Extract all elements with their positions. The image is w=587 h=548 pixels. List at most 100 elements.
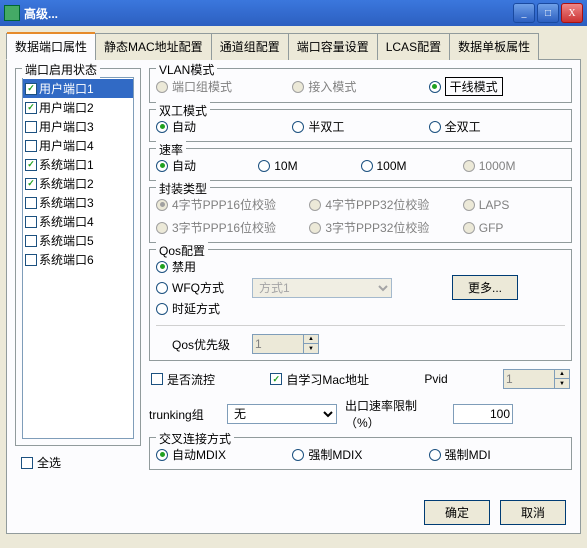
rate-group: 速率 自动 10M 100M 1000M <box>149 148 572 181</box>
qos-delay-radio[interactable] <box>156 303 168 315</box>
qos-delay-label: 时延方式 <box>172 300 220 317</box>
port-checkbox[interactable] <box>25 216 37 228</box>
pvid-label: Pvid <box>424 372 447 386</box>
port-checkbox[interactable] <box>25 235 37 247</box>
encaps-group: 封装类型 4字节PPP16位校验 4字节PPP32位校验 LAPS 3字节PPP… <box>149 187 572 243</box>
port-enable-group: 端口启用状态 用户端口1用户端口2用户端口3用户端口4系统端口1系统端口2系统端… <box>15 68 141 446</box>
port-label: 系统端口3 <box>39 194 94 211</box>
port-checkbox[interactable] <box>25 102 37 114</box>
select-all-label: 全选 <box>37 454 61 471</box>
conn-automdix-radio[interactable] <box>156 449 168 461</box>
port-checkbox[interactable] <box>25 121 37 133</box>
port-label: 系统端口6 <box>39 251 94 268</box>
maximize-button[interactable]: □ <box>537 3 559 23</box>
qos-group: Qos配置 禁用 WFQ方式 方式1 更多... 时延方式 <box>149 249 572 361</box>
encaps-ppp32-4-radio <box>309 199 321 211</box>
port-label: 用户端口3 <box>39 118 94 135</box>
titlebar: 高级... _ □ X <box>0 0 587 26</box>
port-enable-legend: 端口启用状态 <box>22 61 100 78</box>
flowctl-checkbox[interactable] <box>151 373 163 385</box>
port-item[interactable]: 系统端口5 <box>23 231 133 250</box>
duplex-group: 双工模式 自动 半双工 全双工 <box>149 109 572 142</box>
egress-rate-label: 出口速率限制（%） <box>345 397 445 431</box>
port-item[interactable]: 系统端口4 <box>23 212 133 231</box>
tab-port-capacity[interactable]: 端口容量设置 <box>288 33 378 60</box>
qos-method-select: 方式1 <box>252 278 392 298</box>
rate-legend: 速率 <box>156 141 186 158</box>
duplex-half-label: 半双工 <box>308 118 344 135</box>
port-label: 用户端口2 <box>39 99 94 116</box>
conn-forcemdix-radio[interactable] <box>292 449 304 461</box>
port-item[interactable]: 用户端口2 <box>23 98 133 117</box>
port-checkbox[interactable] <box>25 197 37 209</box>
port-item[interactable]: 用户端口1 <box>23 79 133 98</box>
automac-checkbox[interactable] <box>270 373 282 385</box>
encaps-laps-radio <box>463 199 475 211</box>
duplex-auto-radio[interactable] <box>156 121 168 133</box>
port-item[interactable]: 用户端口3 <box>23 117 133 136</box>
port-label: 系统端口1 <box>39 156 94 173</box>
automac-label: 自学习Mac地址 <box>286 371 369 388</box>
tab-board-attr[interactable]: 数据单板属性 <box>449 33 539 60</box>
pvid-input <box>503 369 555 389</box>
trunk-select[interactable]: 无 <box>227 404 337 424</box>
vlan-portgroup-label: 端口组模式 <box>172 78 232 95</box>
duplex-legend: 双工模式 <box>156 102 210 119</box>
qos-disable-radio[interactable] <box>156 261 168 273</box>
encaps-gfp-radio <box>463 222 475 234</box>
tab-static-mac[interactable]: 静态MAC地址配置 <box>95 33 212 60</box>
port-label: 系统端口2 <box>39 175 94 192</box>
cancel-button[interactable]: 取消 <box>500 500 566 525</box>
conn-legend: 交叉连接方式 <box>156 430 234 447</box>
qos-prio-up: ▲ <box>304 335 318 344</box>
vlan-access-label: 接入模式 <box>308 78 356 95</box>
port-checkbox[interactable] <box>25 159 37 171</box>
encaps-ppp32-4-label: 4字节PPP32位校验 <box>325 196 429 213</box>
minimize-button[interactable]: _ <box>513 3 535 23</box>
port-item[interactable]: 系统端口6 <box>23 250 133 269</box>
tab-channel-group[interactable]: 通道组配置 <box>211 33 289 60</box>
conn-automdix-label: 自动MDIX <box>172 446 226 463</box>
port-checkbox[interactable] <box>25 83 37 95</box>
pvid-down: ▼ <box>555 379 569 388</box>
conn-forcemdix-label: 强制MDIX <box>308 446 362 463</box>
port-checkbox[interactable] <box>25 254 37 266</box>
vlan-access-radio <box>292 81 304 93</box>
rate-100m-label: 100M <box>377 159 407 173</box>
port-item[interactable]: 系统端口2 <box>23 174 133 193</box>
duplex-full-label: 全双工 <box>445 118 481 135</box>
tab-port-attr[interactable]: 数据端口属性 <box>6 33 96 60</box>
rate-auto-radio[interactable] <box>156 160 168 172</box>
tab-lcas[interactable]: LCAS配置 <box>377 33 450 60</box>
duplex-full-radio[interactable] <box>429 121 441 133</box>
trunk-label: trunking组 <box>149 406 219 423</box>
port-checkbox[interactable] <box>25 140 37 152</box>
qos-more-button[interactable]: 更多... <box>452 275 518 300</box>
ok-button[interactable]: 确定 <box>424 500 490 525</box>
port-item[interactable]: 系统端口1 <box>23 155 133 174</box>
port-checkbox[interactable] <box>25 178 37 190</box>
rate-100m-radio[interactable] <box>361 160 373 172</box>
vlan-trunk-radio[interactable] <box>429 81 441 93</box>
encaps-ppp16-3-label: 3字节PPP16位校验 <box>172 219 276 236</box>
encaps-ppp32-3-radio <box>309 222 321 234</box>
qos-legend: Qos配置 <box>156 242 208 259</box>
conn-forcemdi-radio[interactable] <box>429 449 441 461</box>
port-item[interactable]: 用户端口4 <box>23 136 133 155</box>
select-all-checkbox[interactable] <box>21 457 33 469</box>
encaps-legend: 封装类型 <box>156 180 210 197</box>
encaps-ppp16-4-label: 4字节PPP16位校验 <box>172 196 276 213</box>
close-button[interactable]: X <box>561 3 583 23</box>
rate-10m-radio[interactable] <box>258 160 270 172</box>
vlan-legend: VLAN模式 <box>156 61 217 78</box>
duplex-half-radio[interactable] <box>292 121 304 133</box>
encaps-laps-label: LAPS <box>479 198 510 212</box>
encaps-ppp32-3-label: 3字节PPP32位校验 <box>325 219 429 236</box>
vlan-portgroup-radio <box>156 81 168 93</box>
window-title: 高级... <box>24 5 511 22</box>
qos-wfq-radio[interactable] <box>156 282 168 294</box>
egress-rate-input[interactable] <box>453 404 513 424</box>
port-item[interactable]: 系统端口3 <box>23 193 133 212</box>
qos-wfq-label: WFQ方式 <box>172 279 224 296</box>
port-list[interactable]: 用户端口1用户端口2 用户端口3用户端口4系统端口1 系统端口2 系统端口3系统端口4… <box>22 77 134 439</box>
